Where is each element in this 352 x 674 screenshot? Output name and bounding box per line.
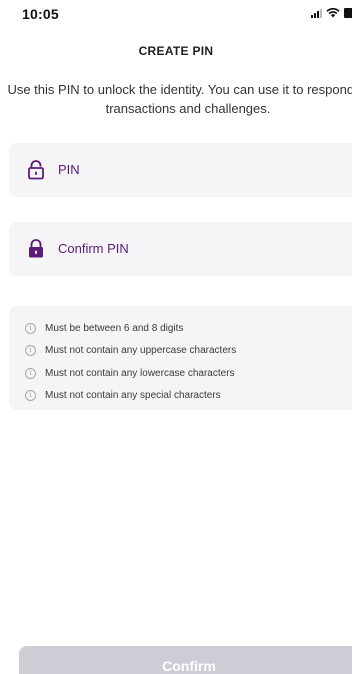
- status-time: 10:05: [22, 6, 59, 22]
- pin-input[interactable]: PIN: [9, 143, 352, 197]
- requirement-text: Must not contain any uppercase character…: [45, 345, 237, 357]
- requirement-item: i Must not contain any uppercase charact…: [9, 340, 352, 363]
- battery-icon: [344, 8, 352, 18]
- status-icons: [311, 8, 352, 18]
- signal-icon: [311, 8, 322, 18]
- create-pin-screen: 10:05 CREATE PIN Use this PIN to unlock …: [0, 0, 352, 674]
- requirement-item: i Must not contain any special character…: [9, 385, 352, 408]
- status-bar: 10:05: [0, 0, 352, 28]
- requirement-item: i Must be between 6 and 8 digits: [9, 317, 352, 340]
- confirm-pin-field-label: Confirm PIN: [58, 241, 129, 256]
- lock-icon: [29, 239, 43, 258]
- info-icon: i: [25, 322, 36, 334]
- pin-requirements: i Must be between 6 and 8 digits i Must …: [9, 306, 352, 410]
- description-text: Use this PIN to unlock the identity. You…: [7, 82, 352, 116]
- requirement-text: Must not contain any special characters: [45, 390, 221, 402]
- info-icon: i: [25, 345, 36, 357]
- pin-field-label: PIN: [58, 162, 80, 177]
- info-icon: i: [25, 390, 36, 402]
- requirement-item: i Must not contain any lowercase charact…: [9, 362, 352, 385]
- page-title: CREATE PIN: [138, 44, 214, 58]
- confirm-button[interactable]: Confirm: [19, 646, 352, 674]
- confirm-pin-input[interactable]: Confirm PIN: [9, 222, 352, 276]
- wifi-icon: [326, 8, 340, 18]
- requirement-text: Must be between 6 and 8 digits: [45, 322, 184, 334]
- requirement-text: Must not contain any lowercase character…: [45, 367, 235, 379]
- lock-open-icon: [28, 160, 44, 180]
- info-icon: i: [25, 367, 36, 379]
